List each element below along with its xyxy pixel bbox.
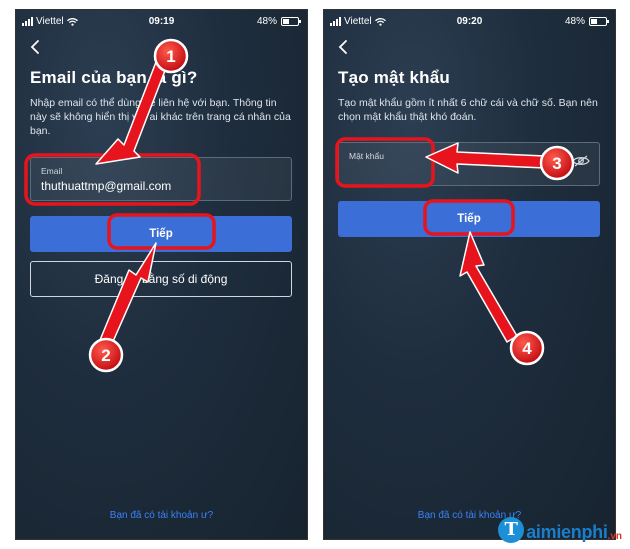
battery-icon	[589, 17, 609, 26]
page-title: Tạo mật khẩu	[338, 68, 450, 87]
status-bar: Viettel 09:19 48%	[16, 10, 307, 32]
right-phone-screen: Viettel 09:20 48% Tạo mật khẩu Tạo mật k…	[323, 9, 616, 540]
page-description: Tạo mật khẩu gồm ít nhất 6 chữ cái và ch…	[338, 97, 598, 123]
email-field[interactable]: Email thuthuattmp@gmail.com	[30, 157, 292, 201]
show-password-eye-icon[interactable]	[572, 155, 590, 167]
logo-mark: T	[498, 517, 525, 543]
status-bar: Viettel 09:20 48%	[324, 10, 615, 32]
next-button[interactable]: Tiếp	[338, 201, 600, 237]
battery-percent: 48%	[256, 16, 277, 27]
page-title: Email của bạn là gì?	[30, 68, 198, 87]
battery-icon	[281, 17, 301, 26]
back-arrow-icon[interactable]	[28, 38, 42, 56]
taimienphi-logo: T aimienphi .vn	[498, 517, 622, 543]
page-description: Nhập email có thể dùng để liên hệ với bạ…	[30, 97, 291, 137]
register-with-phone-button[interactable]: Đăng ký bằng số di động	[30, 261, 292, 297]
logo-brand: aimienphi	[526, 522, 608, 542]
password-field[interactable]: Mật khẩu	[338, 142, 600, 186]
battery-percent: 48%	[564, 16, 585, 27]
back-arrow-icon[interactable]	[336, 38, 350, 56]
email-field-value: thuthuattmp@gmail.com	[41, 179, 172, 193]
left-phone-screen: Viettel 09:19 48% Email của bạn là gì? N…	[15, 9, 308, 540]
logo-tld: .vn	[607, 531, 622, 542]
have-account-link[interactable]: Bạn đã có tài khoản ư?	[16, 510, 307, 521]
email-field-label: Email	[41, 166, 63, 176]
next-button[interactable]: Tiếp	[30, 216, 292, 252]
password-field-label: Mật khẩu	[349, 151, 384, 161]
